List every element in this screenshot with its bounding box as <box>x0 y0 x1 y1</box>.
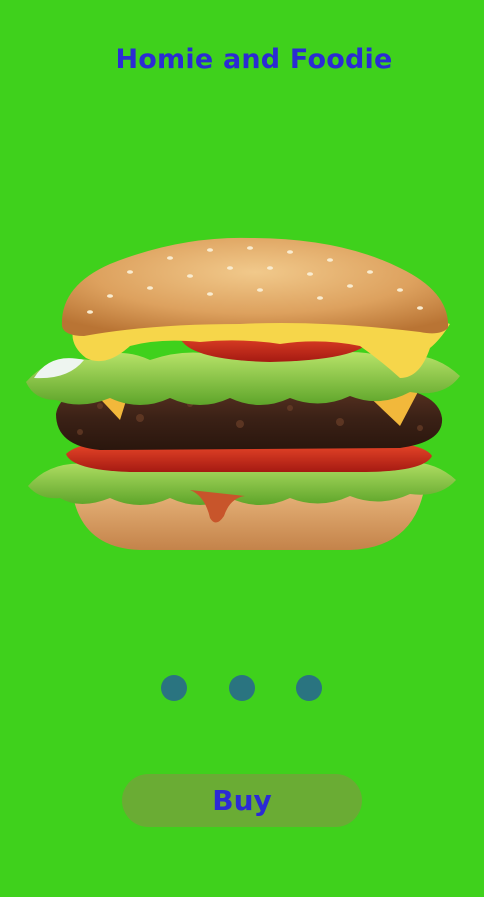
carousel-dot-1[interactable] <box>161 675 187 701</box>
carousel-dot-3[interactable] <box>296 675 322 701</box>
app-title: Homie and Foodie <box>115 44 393 75</box>
carousel-dot-2[interactable] <box>229 675 255 701</box>
buy-button[interactable]: Buy <box>122 774 362 827</box>
carousel-indicator <box>0 675 484 701</box>
burger-image <box>26 237 460 550</box>
